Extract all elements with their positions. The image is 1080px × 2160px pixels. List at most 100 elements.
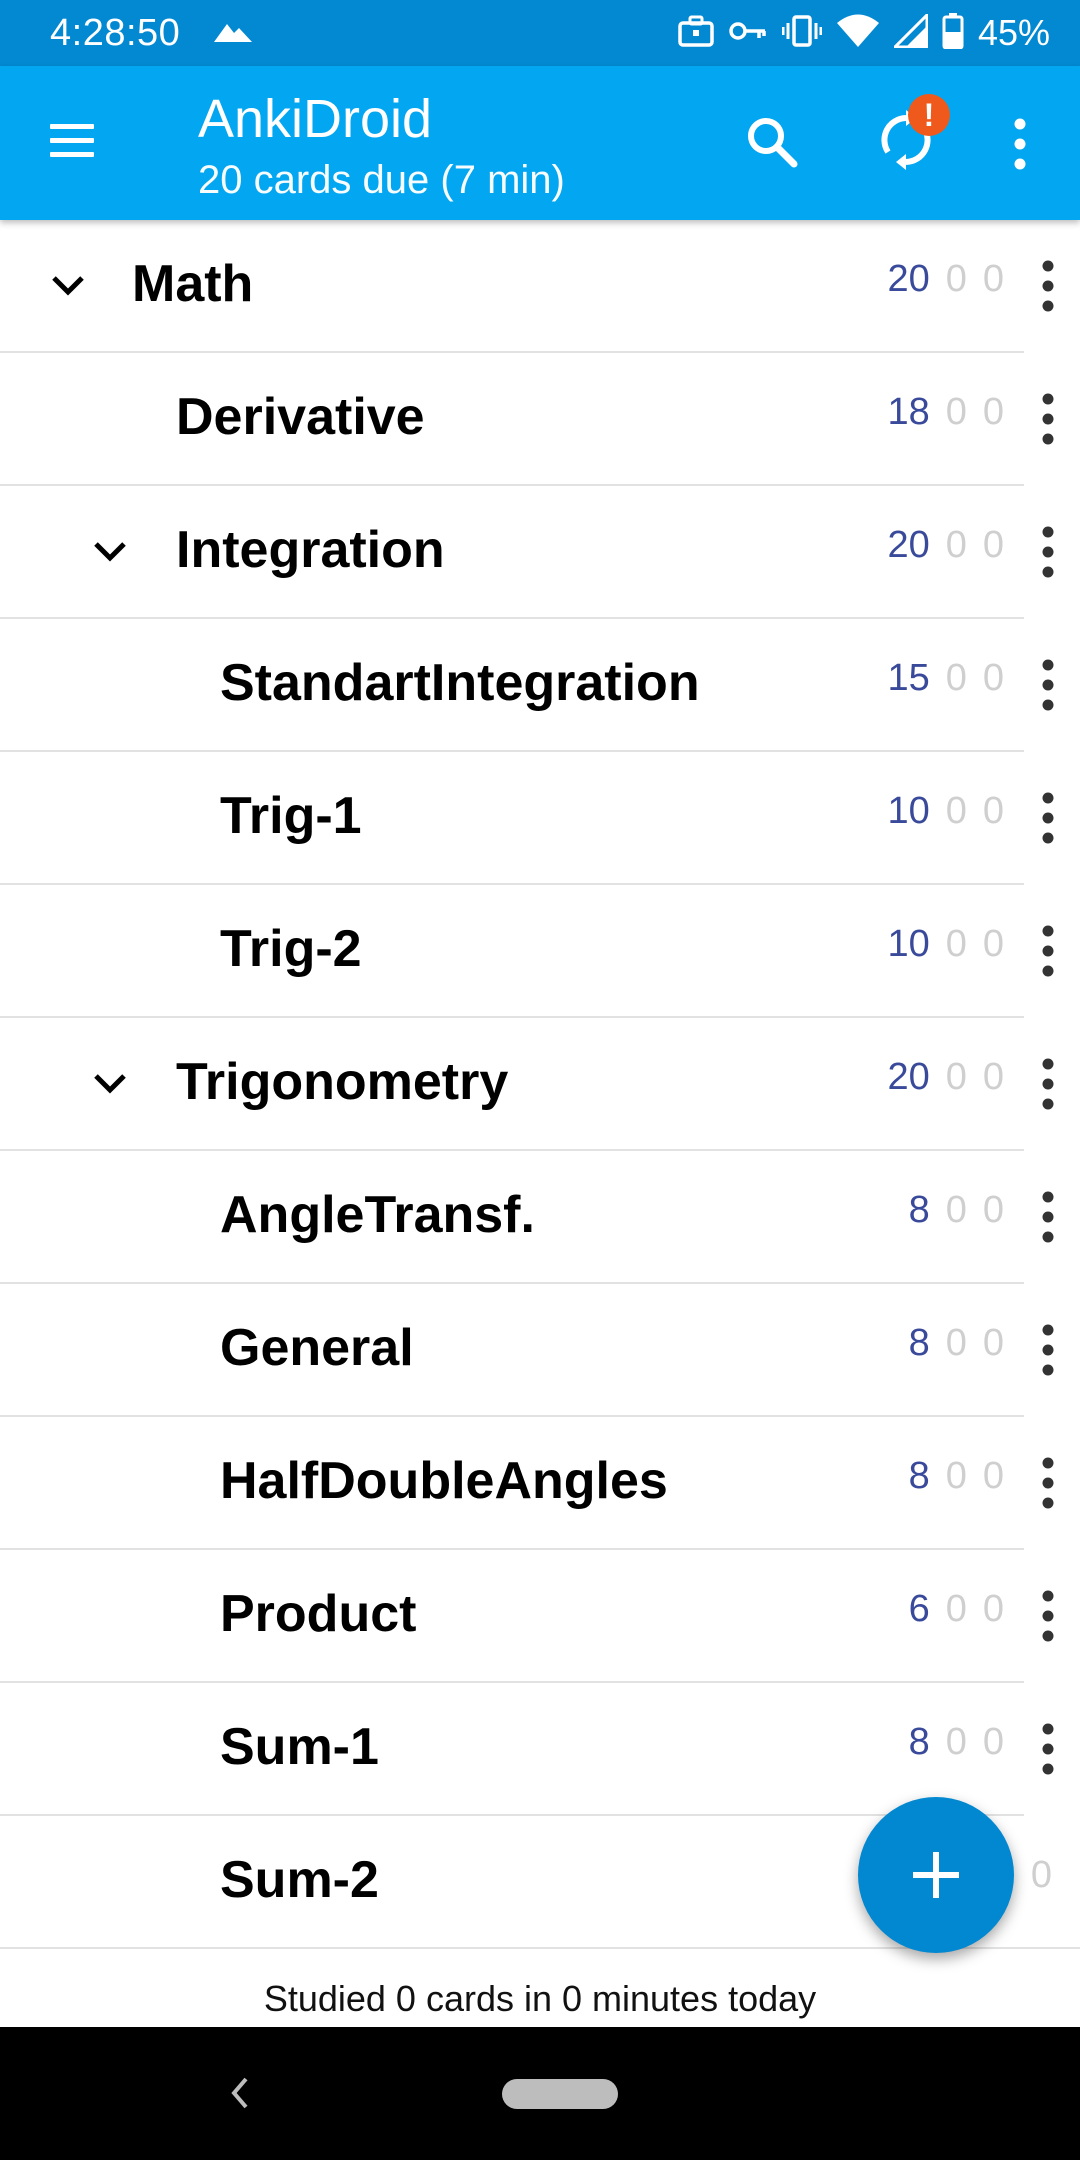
home-pill[interactable] [502, 2079, 618, 2109]
due-count: 20 [887, 258, 930, 300]
new-count: 0 [982, 657, 1004, 699]
battery-icon [942, 12, 964, 54]
new-count: 0 [982, 790, 1004, 832]
new-count: 0 [982, 1721, 1004, 1763]
studied-today-text: Studied 0 cards in 0 minutes today [263, 1978, 817, 2019]
deck-options-icon[interactable] [1034, 1588, 1062, 1648]
status-time: 4:28:50 [50, 12, 181, 54]
plus-icon [913, 1852, 959, 1898]
learning-count: 0 [945, 1189, 967, 1231]
deck-options-icon[interactable] [1034, 1322, 1062, 1382]
sync-warning-badge: ! [908, 94, 950, 136]
vibrate-icon [781, 14, 823, 52]
due-count: 15 [887, 657, 930, 699]
deck-row-math[interactable]: Math 20 0 0 [0, 220, 1080, 353]
deck-counts: 600 [909, 1588, 1004, 1631]
cards-due-subtitle: 20 cards due (7 min) [198, 158, 565, 202]
deck-row-standartintegration[interactable]: StandartIntegration 15 0 0 [0, 619, 1080, 752]
deck-counts: 15 0 0 [887, 657, 1004, 700]
learning-count: 0 [945, 258, 967, 300]
new-count: 0 [982, 1588, 1004, 1630]
app-title: AnkiDroid [198, 89, 433, 149]
deck-name: Product [220, 1585, 417, 1643]
deck-options-icon[interactable] [1034, 391, 1062, 451]
due-count: 10 [887, 923, 930, 965]
due-count: 10 [887, 790, 930, 832]
deck-name: Sum-1 [220, 1718, 379, 1776]
chevron-down-icon[interactable] [88, 1066, 132, 1102]
deck-name: Trig-2 [220, 920, 362, 978]
deck-row-sum-1[interactable]: Sum-1 800 [0, 1683, 1080, 1816]
deck-row-general[interactable]: General 800 [0, 1284, 1080, 1417]
more-options-icon[interactable] [1000, 116, 1040, 172]
signal-icon [891, 10, 929, 53]
new-count: 0 [982, 1455, 1004, 1497]
deck-options-icon[interactable] [1034, 1189, 1062, 1249]
deck-options-icon[interactable] [1034, 1056, 1062, 1116]
deck-name: Trig-1 [220, 787, 362, 845]
learning-count: 0 [945, 1721, 967, 1763]
key-icon [728, 19, 768, 48]
deck-counts: 10 0 0 [887, 923, 1004, 966]
chevron-down-icon[interactable] [88, 534, 132, 570]
menu-icon[interactable] [44, 116, 100, 166]
learning-count: 0 [945, 657, 967, 699]
new-count: 0 [1030, 1854, 1052, 1896]
deck-row-trig-1[interactable]: Trig-1 10 0 0 [0, 752, 1080, 885]
new-count: 0 [982, 258, 1004, 300]
learning-count: 0 [945, 391, 967, 433]
deck-counts: 800 [909, 1189, 1004, 1232]
deck-options-icon[interactable] [1034, 1455, 1062, 1515]
deck-list: Math 20 0 0 Derivative 18 0 0 Integration 20… [0, 220, 1080, 1949]
briefcase-icon [678, 15, 714, 52]
learning-count: 0 [945, 923, 967, 965]
deck-options-icon[interactable] [1034, 923, 1062, 983]
deck-name: Derivative [176, 388, 425, 446]
deck-counts: 20 0 0 [887, 524, 1004, 567]
due-count: 18 [887, 391, 930, 433]
learning-count: 0 [945, 524, 967, 566]
back-icon[interactable] [222, 2073, 258, 2118]
learning-count: 0 [945, 1588, 967, 1630]
deck-options-icon[interactable] [1034, 657, 1062, 717]
new-count: 0 [982, 391, 1004, 433]
due-count: 8 [908, 1721, 930, 1763]
due-count: 8 [908, 1322, 930, 1364]
deck-name: Math [132, 255, 254, 313]
deck-name: HalfDoubleAngles [220, 1452, 668, 1510]
search-icon[interactable] [740, 110, 804, 174]
deck-options-icon[interactable] [1034, 1721, 1062, 1781]
battery-percent: 45% [977, 12, 1050, 53]
deck-counts: 800 [909, 1455, 1004, 1498]
add-fab-button[interactable] [858, 1797, 1014, 1953]
deck-row-trig-2[interactable]: Trig-2 10 0 0 [0, 885, 1080, 1018]
new-count: 0 [982, 923, 1004, 965]
deck-row-angletransf[interactable]: AngleTransf. 800 [0, 1151, 1080, 1284]
mountain-icon [214, 20, 254, 49]
deck-options-icon[interactable] [1034, 790, 1062, 850]
due-count: 6 [908, 1588, 930, 1630]
deck-counts: 800 [909, 1322, 1004, 1365]
learning-count: 0 [945, 1056, 967, 1098]
deck-counts: 20 0 0 [887, 258, 1004, 301]
deck-options-icon[interactable] [1034, 524, 1062, 584]
deck-name: StandartIntegration [220, 654, 700, 712]
new-count: 0 [982, 1056, 1004, 1098]
chevron-down-icon[interactable] [46, 268, 90, 304]
deck-row-integration[interactable]: Integration 20 0 0 [0, 486, 1080, 619]
deck-name: Sum-2 [220, 1851, 379, 1909]
deck-counts: 18 0 0 [887, 391, 1004, 434]
due-count: 8 [908, 1455, 930, 1497]
deck-row-derivative[interactable]: Derivative 18 0 0 [0, 353, 1080, 486]
deck-name: AngleTransf. [220, 1186, 535, 1244]
due-count: 20 [887, 524, 930, 566]
deck-options-icon[interactable] [1034, 258, 1062, 318]
deck-counts: 800 [909, 1721, 1004, 1764]
learning-count: 0 [945, 1322, 967, 1364]
status-bar: 4:28:50 45% [0, 0, 1080, 66]
app-bar: AnkiDroid 20 cards due (7 min) ! [0, 66, 1080, 220]
wifi-icon [836, 14, 880, 53]
deck-row-trigonometry[interactable]: Trigonometry 20 0 0 [0, 1018, 1080, 1151]
deck-row-product[interactable]: Product 600 [0, 1550, 1080, 1683]
deck-row-halfdoubleangles[interactable]: HalfDoubleAngles 800 [0, 1417, 1080, 1550]
